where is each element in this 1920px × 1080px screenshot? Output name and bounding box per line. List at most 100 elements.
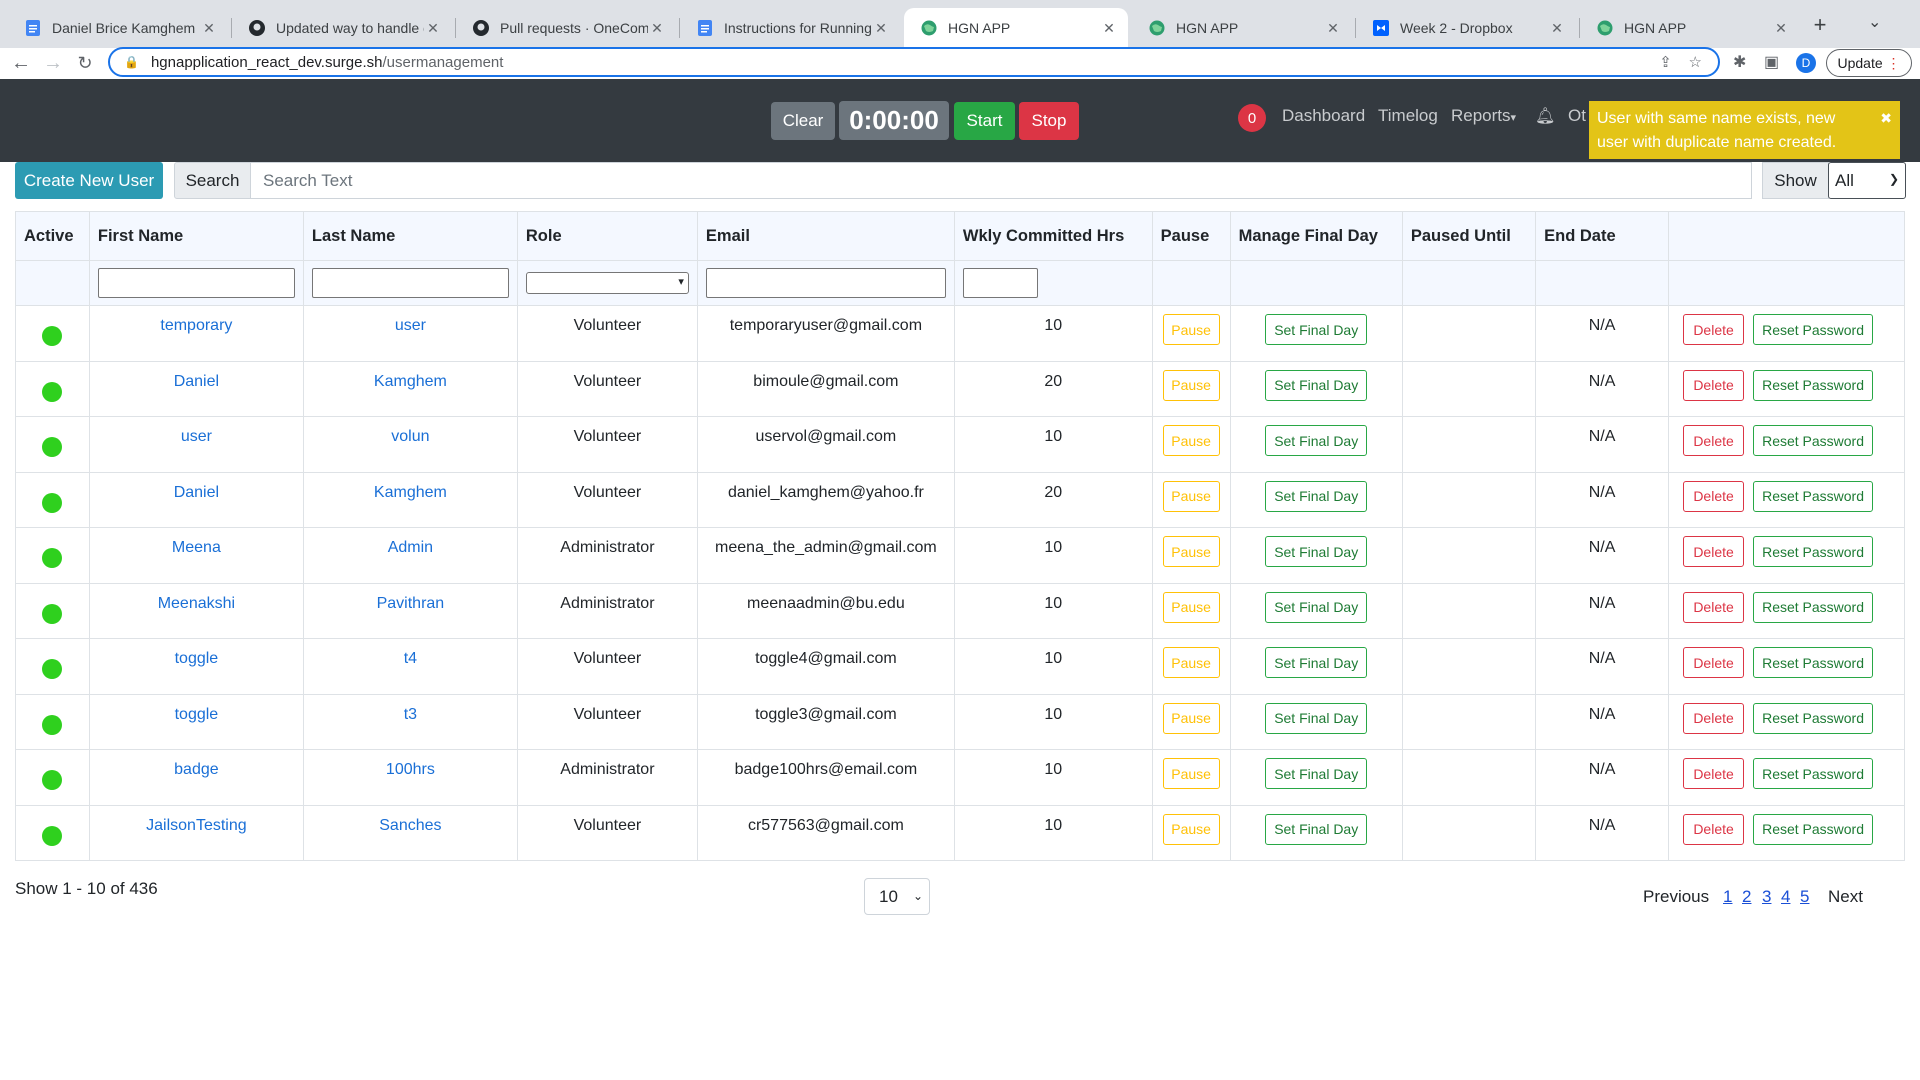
delete-button[interactable]: Delete	[1683, 813, 1745, 845]
reset-password-button[interactable]: Reset Password	[1753, 758, 1874, 789]
last-name-link[interactable]: Pavithran	[377, 595, 445, 612]
set-final-day-button[interactable]: Set Final Day	[1265, 314, 1368, 345]
set-final-day-button[interactable]: Set Final Day	[1265, 369, 1368, 401]
role-filter-select[interactable]: ▾	[525, 272, 689, 294]
pagination-page[interactable]: 5	[1800, 887, 1809, 907]
browser-tab-active[interactable]: HGN APP ✕	[904, 8, 1128, 48]
close-icon[interactable]: ✖	[1880, 106, 1892, 130]
active-status-icon[interactable]	[42, 770, 63, 790]
chrome-update-button[interactable]: Update ⋮	[1826, 49, 1912, 77]
nav-timelog[interactable]: Timelog	[1378, 106, 1438, 126]
close-icon[interactable]: ✕	[1772, 20, 1790, 37]
chevron-down-icon[interactable]: ⌄	[1868, 12, 1881, 32]
pagination-next[interactable]: Next	[1828, 887, 1863, 907]
pause-button[interactable]: Pause	[1162, 702, 1220, 734]
delete-button[interactable]: Delete	[1683, 647, 1745, 678]
close-icon[interactable]: ✕	[872, 20, 890, 37]
close-icon[interactable]: ✕	[1100, 20, 1118, 37]
bell-icon[interactable]: 🔔︎	[1535, 106, 1555, 126]
active-status-icon[interactable]	[42, 659, 63, 679]
active-status-icon[interactable]	[42, 437, 63, 457]
first-name-link[interactable]: badge	[174, 761, 219, 778]
delete-button[interactable]: Delete	[1683, 314, 1745, 345]
set-final-day-button[interactable]: Set Final Day	[1265, 480, 1368, 512]
timer-stop-button[interactable]: Stop	[1019, 102, 1079, 140]
set-final-day-button[interactable]: Set Final Day	[1265, 425, 1368, 456]
first-name-link[interactable]: Meena	[172, 539, 221, 556]
close-icon[interactable]: ✕	[424, 20, 442, 37]
nav-dashboard[interactable]: Dashboard	[1282, 106, 1365, 126]
pagination-previous[interactable]: Previous	[1643, 887, 1709, 907]
column-header[interactable]: First Name	[88, 211, 304, 261]
reset-password-button[interactable]: Reset Password	[1753, 369, 1874, 401]
bookmark-star-icon[interactable]: ☆	[1689, 54, 1702, 71]
last-name-link[interactable]: Kamghem	[374, 373, 447, 390]
browser-tab[interactable]: Pull requests · OneCommun ✕	[456, 8, 676, 48]
delete-button[interactable]: Delete	[1683, 369, 1745, 401]
nav-reports[interactable]: Reports▾	[1451, 106, 1516, 126]
set-final-day-button[interactable]: Set Final Day	[1265, 536, 1368, 567]
reset-password-button[interactable]: Reset Password	[1753, 813, 1874, 845]
reset-password-button[interactable]: Reset Password	[1753, 314, 1874, 345]
pause-button[interactable]: Pause	[1162, 813, 1220, 845]
browser-tab[interactable]: HGN APP ✕	[1132, 8, 1352, 48]
delete-button[interactable]: Delete	[1683, 480, 1745, 512]
reload-icon[interactable]: ↻	[73, 50, 97, 76]
pagination-page[interactable]: 3	[1762, 887, 1771, 907]
last-name-link[interactable]: volun	[391, 428, 429, 445]
active-status-icon[interactable]	[42, 492, 63, 513]
first-name-link[interactable]: user	[181, 428, 212, 445]
close-icon[interactable]: ✕	[200, 20, 218, 37]
create-new-user-button[interactable]: Create New User	[15, 162, 163, 199]
reset-password-button[interactable]: Reset Password	[1753, 702, 1874, 734]
close-icon[interactable]: ✕	[1324, 20, 1342, 37]
reset-password-button[interactable]: Reset Password	[1753, 536, 1874, 567]
last-name-link[interactable]: Sanches	[379, 817, 441, 834]
last-name-link[interactable]: t3	[404, 706, 417, 723]
delete-button[interactable]: Delete	[1683, 758, 1745, 789]
last-name-filter-input[interactable]	[311, 268, 509, 298]
email-filter-input[interactable]	[705, 268, 946, 298]
active-status-icon[interactable]	[42, 326, 63, 346]
reset-password-button[interactable]: Reset Password	[1753, 480, 1874, 512]
last-name-link[interactable]: user	[395, 317, 426, 334]
delete-button[interactable]: Delete	[1683, 702, 1745, 734]
pagination-page[interactable]: 1	[1723, 887, 1732, 907]
close-icon[interactable]: ✕	[1548, 20, 1566, 37]
hours-filter-input[interactable]	[962, 268, 1038, 298]
pagination-page[interactable]: 4	[1781, 887, 1790, 907]
active-status-icon[interactable]	[42, 603, 63, 624]
side-panel-icon[interactable]: ▣	[1764, 52, 1779, 72]
extensions-puzzle-icon[interactable]: ✱	[1733, 52, 1746, 72]
address-bar[interactable]: 🔒 hgnapplication_react_dev.surge.sh/user…	[108, 47, 1720, 77]
active-status-icon[interactable]	[42, 381, 63, 402]
last-name-link[interactable]: Admin	[388, 539, 433, 556]
forward-arrow-icon[interactable]: →	[41, 50, 65, 76]
first-name-filter-input[interactable]	[97, 268, 295, 298]
pause-button[interactable]: Pause	[1162, 314, 1220, 345]
delete-button[interactable]: Delete	[1683, 536, 1745, 567]
back-arrow-icon[interactable]: ←	[9, 50, 33, 76]
set-final-day-button[interactable]: Set Final Day	[1265, 591, 1368, 623]
pause-button[interactable]: Pause	[1162, 536, 1220, 567]
first-name-link[interactable]: Daniel	[174, 484, 219, 501]
first-name-link[interactable]: Meenakshi	[158, 595, 235, 612]
pause-button[interactable]: Pause	[1162, 591, 1220, 623]
search-input[interactable]: Search Text	[250, 162, 1752, 199]
timer-start-button[interactable]: Start	[954, 102, 1015, 140]
last-name-link[interactable]: 100hrs	[386, 761, 435, 778]
active-status-icon[interactable]	[42, 548, 63, 568]
profile-avatar[interactable]: D	[1796, 53, 1816, 73]
delete-button[interactable]: Delete	[1683, 591, 1745, 623]
reset-password-button[interactable]: Reset Password	[1753, 647, 1874, 678]
set-final-day-button[interactable]: Set Final Day	[1265, 647, 1368, 678]
pause-button[interactable]: Pause	[1162, 647, 1220, 678]
show-filter-select[interactable]: All ❯	[1828, 162, 1906, 199]
pagination-page[interactable]: 2	[1742, 887, 1751, 907]
notification-count-badge[interactable]: 0	[1238, 104, 1266, 132]
pause-button[interactable]: Pause	[1162, 758, 1220, 789]
reset-password-button[interactable]: Reset Password	[1753, 591, 1874, 623]
pause-button[interactable]: Pause	[1162, 480, 1220, 512]
browser-tab[interactable]: HGN APP ✕	[1580, 8, 1800, 48]
last-name-link[interactable]: Kamghem	[374, 484, 447, 501]
